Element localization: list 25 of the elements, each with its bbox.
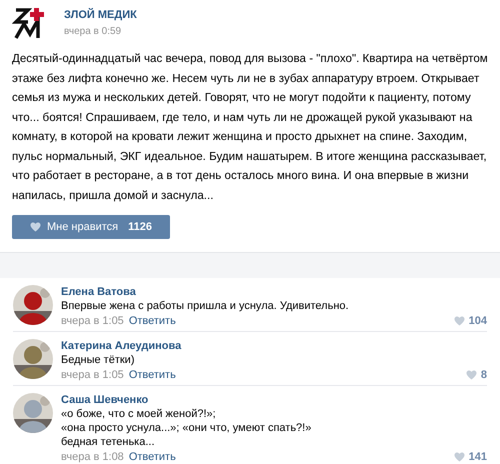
comment-author[interactable]: Елена Ватова — [61, 285, 487, 299]
comment-time: вчера в 1:08 — [61, 450, 124, 464]
heart-icon — [454, 452, 465, 462]
heart-icon — [454, 316, 465, 326]
post-text: Десятый-одиннадцатый час вечера, повод для вызова - "плохо". Квартира на четвёртом этаже без лифта конечно же. Несем чуть ли не в зубах аппаратуру втроем. Открывает семья из мужа и нескольких детей. Говорят, что не могут подойти к пациенту, потому что... боятся! Спрашиваем, где тело, и нам чуть ли не дрожащей рукой указывают на комнату, в которой на кровати лежит женщина и просто дрыхнет на спине. Заходим, пульс нормальный, ЭКГ идеальное. Будим нашатырем. В итоге женщина рассказывает, что работает в ресторане, а в тот день осталось много вина. И она впервые в жизни напилась, пришла домой и заснула... — [12, 51, 489, 204]
heart-icon — [466, 370, 477, 380]
like-count[interactable]: 8 — [480, 368, 487, 382]
comment-time: вчера в 1:05 — [61, 368, 124, 382]
like-count[interactable]: 141 — [468, 450, 487, 464]
author-name[interactable]: ЗЛОЙ МЕДИК — [64, 7, 137, 24]
comment-author[interactable]: Катерина Алеудинова — [61, 339, 487, 353]
like-count[interactable]: 104 — [468, 314, 487, 328]
like-button[interactable]: Мне нравится 1126 — [12, 215, 170, 239]
reply-link[interactable]: Ответить — [128, 450, 176, 464]
reply-link[interactable]: Ответить — [128, 368, 176, 382]
comment-text: «она просто уснула...»; «они что, умеют спать?!» — [61, 421, 312, 435]
post-time: вчера в 0:59 — [64, 24, 122, 39]
comment-text: Бедные тётки) — [61, 353, 136, 367]
comment-text: «о боже, что с моей женой?!»; — [61, 407, 217, 421]
comment-text: Впервые жена с работы пришла и уснула. Удивительно. — [61, 299, 350, 313]
comment-time: вчера в 1:05 — [61, 314, 124, 328]
comment-text: бедная тетенька... — [61, 435, 156, 449]
comment-author[interactable]: Саша Шевченко — [61, 393, 487, 407]
reply-link[interactable]: Ответить — [128, 314, 176, 328]
heart-icon — [30, 222, 41, 232]
